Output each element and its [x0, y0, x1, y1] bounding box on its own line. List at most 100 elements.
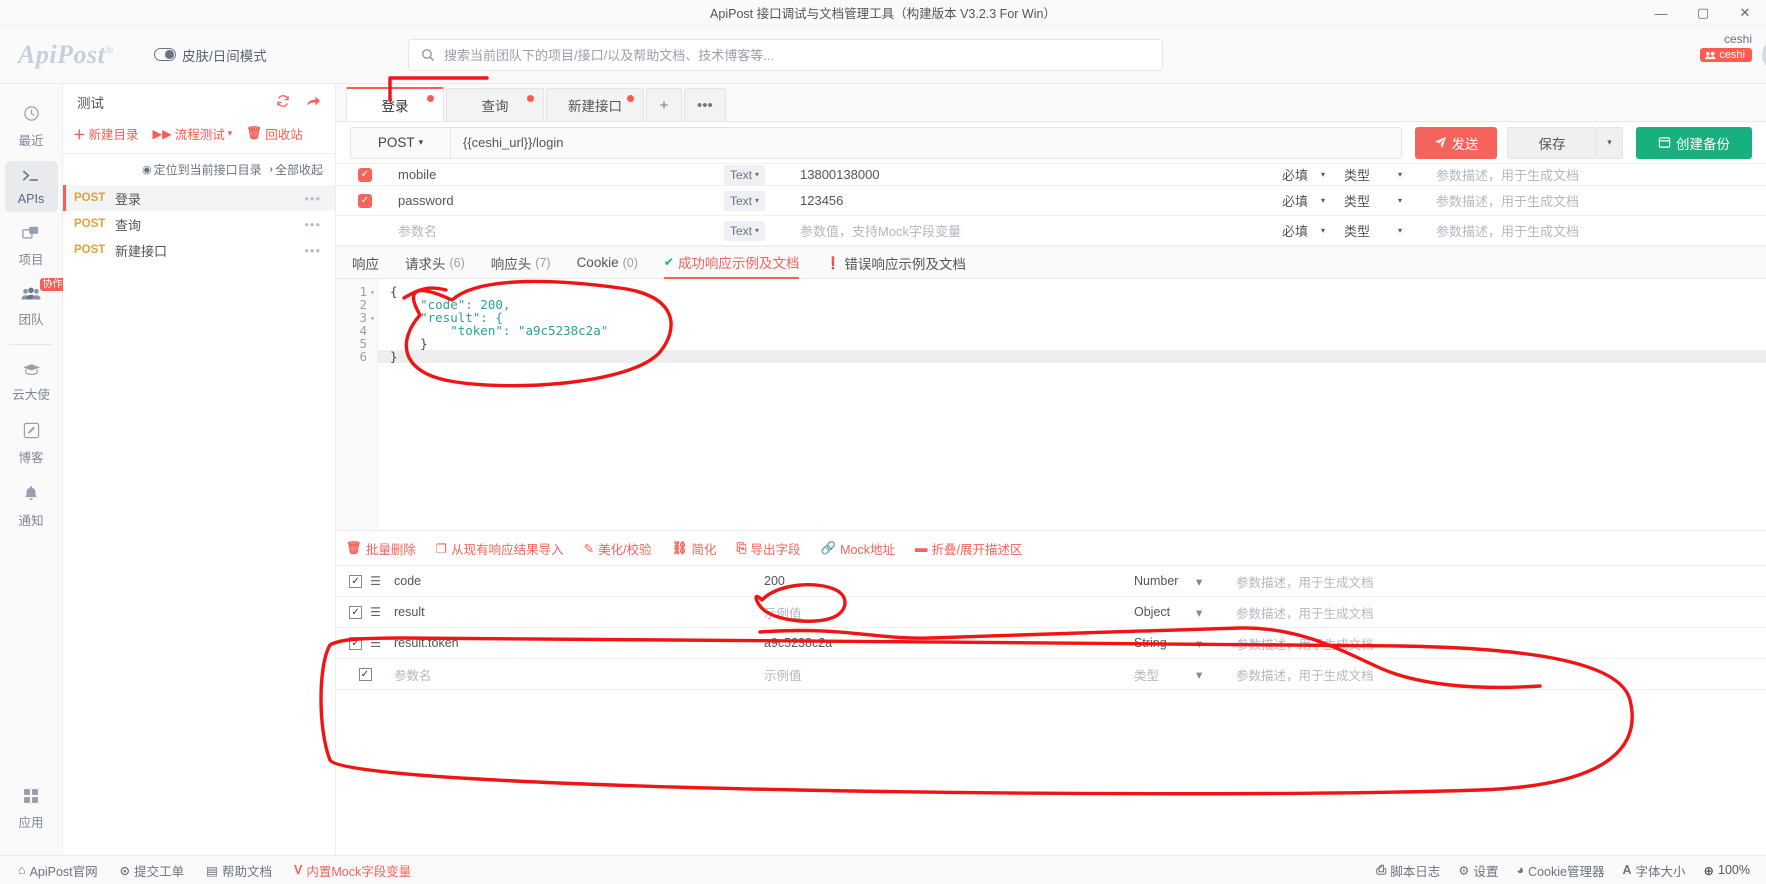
field-value[interactable]: 示例值: [764, 603, 1134, 622]
search-input[interactable]: [444, 47, 1150, 63]
chevron-down-icon[interactable]: ▾: [1196, 605, 1236, 620]
sidebar-item-blog[interactable]: 博客: [5, 415, 58, 472]
chevron-down-icon[interactable]: ▾: [1196, 574, 1236, 589]
collapse-all-button[interactable]: › 全部收起: [270, 161, 323, 178]
minimize-button[interactable]: —: [1640, 0, 1682, 26]
api-list-item-query[interactable]: POST 查询 •••: [63, 211, 335, 237]
flow-test-button[interactable]: ▶▶ 流程测试 ▾: [153, 124, 233, 143]
drag-handle-icon[interactable]: ☰: [370, 636, 381, 650]
field-description[interactable]: 参数描述，用于生成文档: [1236, 572, 1766, 591]
chevron-down-icon[interactable]: ▾: [1196, 636, 1236, 651]
tab-query[interactable]: 查询: [446, 88, 544, 121]
sidebar-item-projects[interactable]: 项目: [5, 218, 58, 274]
create-backup-button[interactable]: 创建备份: [1636, 126, 1752, 159]
cookie-manager-button[interactable]: ◕ Cookie管理器: [1517, 861, 1605, 880]
import-from-response-button[interactable]: ❐ 从现有响应结果导入: [436, 539, 564, 558]
checkbox-checked-icon[interactable]: ✓: [358, 667, 372, 681]
sidebar-item-ambassador[interactable]: 云大使: [5, 355, 58, 409]
param-description[interactable]: 参数描述，用于生成文档: [1436, 165, 1766, 184]
checkbox-checked-icon[interactable]: ✓: [349, 636, 363, 650]
api-more-icon[interactable]: •••: [304, 243, 321, 258]
api-list-item-login[interactable]: POST 登录 •••: [63, 185, 335, 211]
refresh-icon[interactable]: [276, 94, 290, 111]
api-list-item-new[interactable]: POST 新建接口 •••: [63, 237, 335, 263]
field-name[interactable]: code: [394, 574, 764, 588]
checkbox-checked-icon[interactable]: ✓: [349, 574, 363, 588]
param-description[interactable]: 参数描述，用于生成文档: [1436, 191, 1766, 210]
field-description[interactable]: 参数描述，用于生成文档: [1236, 665, 1766, 684]
field-value[interactable]: 200: [764, 574, 1134, 588]
field-type[interactable]: String: [1134, 636, 1196, 650]
save-button[interactable]: 保存: [1507, 126, 1597, 159]
table-row[interactable]: ✓ 参数名 示例值 类型 ▾ 参数描述，用于生成文档: [336, 659, 1766, 690]
param-checkbox[interactable]: ✓: [336, 167, 394, 182]
drag-handle-icon[interactable]: ☰: [370, 605, 381, 619]
tab-success-response-doc[interactable]: ✔ 成功响应示例及文档: [663, 247, 800, 279]
submit-ticket-link[interactable]: ⊙ 提交工单: [120, 861, 185, 880]
tab-add-button[interactable]: +: [646, 88, 682, 121]
send-button[interactable]: 发送: [1415, 126, 1497, 159]
help-docs-link[interactable]: ▤ 帮助文档: [206, 861, 272, 880]
param-name[interactable]: password: [394, 193, 724, 208]
close-button[interactable]: ✕: [1724, 0, 1766, 26]
save-dropdown-button[interactable]: ▾: [1597, 126, 1623, 159]
tab-more-button[interactable]: •••: [684, 88, 726, 121]
batch-delete-button[interactable]: 🗑 批量删除: [346, 539, 416, 558]
field-name[interactable]: result: [394, 605, 764, 619]
field-description[interactable]: 参数描述，用于生成文档: [1236, 603, 1766, 622]
editor-code[interactable]: { "code": 200, "result": { "token": "a9c…: [378, 285, 1766, 363]
table-row[interactable]: ✓ ☰ result 示例值 Object ▾ 参数描述，用于生成文档: [336, 597, 1766, 628]
param-checkbox[interactable]: ✓: [336, 193, 394, 208]
param-description[interactable]: 参数描述，用于生成文档: [1436, 221, 1766, 240]
recycle-bin-button[interactable]: 🗑 回收站: [246, 124, 302, 143]
field-description[interactable]: 参数描述，用于生成文档: [1236, 634, 1766, 653]
script-log-button[interactable]: ⎙ 脚本日志: [1376, 861, 1440, 880]
locate-current-api-button[interactable]: ◉ 定位到当前接口目录: [142, 161, 262, 178]
tab-request-headers[interactable]: 请求头 (6): [405, 247, 465, 279]
simplify-button[interactable]: ⛓ 简化: [672, 539, 717, 558]
field-type[interactable]: Number: [1134, 574, 1196, 588]
global-search[interactable]: [408, 39, 1163, 71]
api-more-icon[interactable]: •••: [304, 191, 321, 206]
mock-variables-link[interactable]: V 内置Mock字段变量: [294, 861, 411, 880]
field-name[interactable]: 参数名: [394, 665, 764, 684]
sidebar-item-recent[interactable]: 最近: [5, 98, 58, 155]
user-area[interactable]: ceshi ceshi: [1700, 32, 1766, 72]
maximize-button[interactable]: ▢: [1682, 0, 1724, 26]
sidebar-item-team[interactable]: 协作 团队: [5, 278, 66, 334]
param-required-select[interactable]: 必填 ▾: [1282, 221, 1344, 240]
table-row[interactable]: ✓ ☰ result.token a9c5238c2a String ▾ 参数描…: [336, 628, 1766, 659]
field-type[interactable]: Object: [1134, 605, 1196, 619]
table-row[interactable]: 参数名 Text ▾ 参数值，支持Mock字段变量 必填 ▾ 类型 ▾ 参数描述，用于…: [336, 216, 1766, 246]
table-row[interactable]: ✓ mobile Text ▾ 13800138000 必填 ▾ 类型 ▾ 参数描述，…: [336, 164, 1766, 186]
tab-login[interactable]: 登录: [346, 87, 444, 121]
tab-new-api[interactable]: 新建接口: [546, 88, 644, 121]
tab-cookie[interactable]: Cookie (0): [577, 247, 638, 279]
param-datatype-select[interactable]: 类型 ▾: [1344, 165, 1436, 184]
apipost-website-link[interactable]: ⌂ ApiPost官网: [18, 861, 98, 880]
field-value[interactable]: 示例值: [764, 665, 1134, 684]
sidebar-item-apps[interactable]: 应用: [5, 781, 58, 837]
share-icon[interactable]: [306, 94, 321, 111]
skin-mode-toggle[interactable]: 皮肤/日间模式: [154, 45, 267, 65]
tab-response-headers[interactable]: 响应头 (7): [491, 247, 551, 279]
tab-error-response-doc[interactable]: ❗ 错误响应示例及文档: [825, 247, 965, 279]
param-name[interactable]: mobile: [394, 167, 724, 182]
drag-handle-icon[interactable]: ☰: [370, 574, 381, 588]
table-row[interactable]: ✓ password Text ▾ 123456 必填 ▾ 类型 ▾ 参数描述，用于生…: [336, 186, 1766, 216]
param-value[interactable]: 123456: [784, 193, 1282, 208]
param-required-select[interactable]: 必填 ▾: [1282, 165, 1344, 184]
avatar[interactable]: [1762, 38, 1766, 72]
param-datatype-select[interactable]: 类型 ▾: [1344, 191, 1436, 210]
mock-url-button[interactable]: 🔗 Mock地址: [821, 539, 895, 558]
param-datatype-select[interactable]: 类型 ▾: [1344, 221, 1436, 240]
export-fields-button[interactable]: ⎘ 导出字段: [736, 539, 800, 558]
method-select[interactable]: POST ▾: [350, 126, 450, 159]
param-value[interactable]: 参数值，支持Mock字段变量: [784, 221, 1282, 240]
chevron-down-icon[interactable]: ▾: [1196, 667, 1236, 682]
new-folder-button[interactable]: ＋ 新建目录: [73, 124, 139, 143]
sidebar-item-notifications[interactable]: 通知: [5, 478, 58, 535]
param-type-select[interactable]: Text ▾: [724, 164, 784, 185]
param-required-select[interactable]: 必填 ▾: [1282, 191, 1344, 210]
checkbox-checked-icon[interactable]: ✓: [349, 605, 363, 619]
